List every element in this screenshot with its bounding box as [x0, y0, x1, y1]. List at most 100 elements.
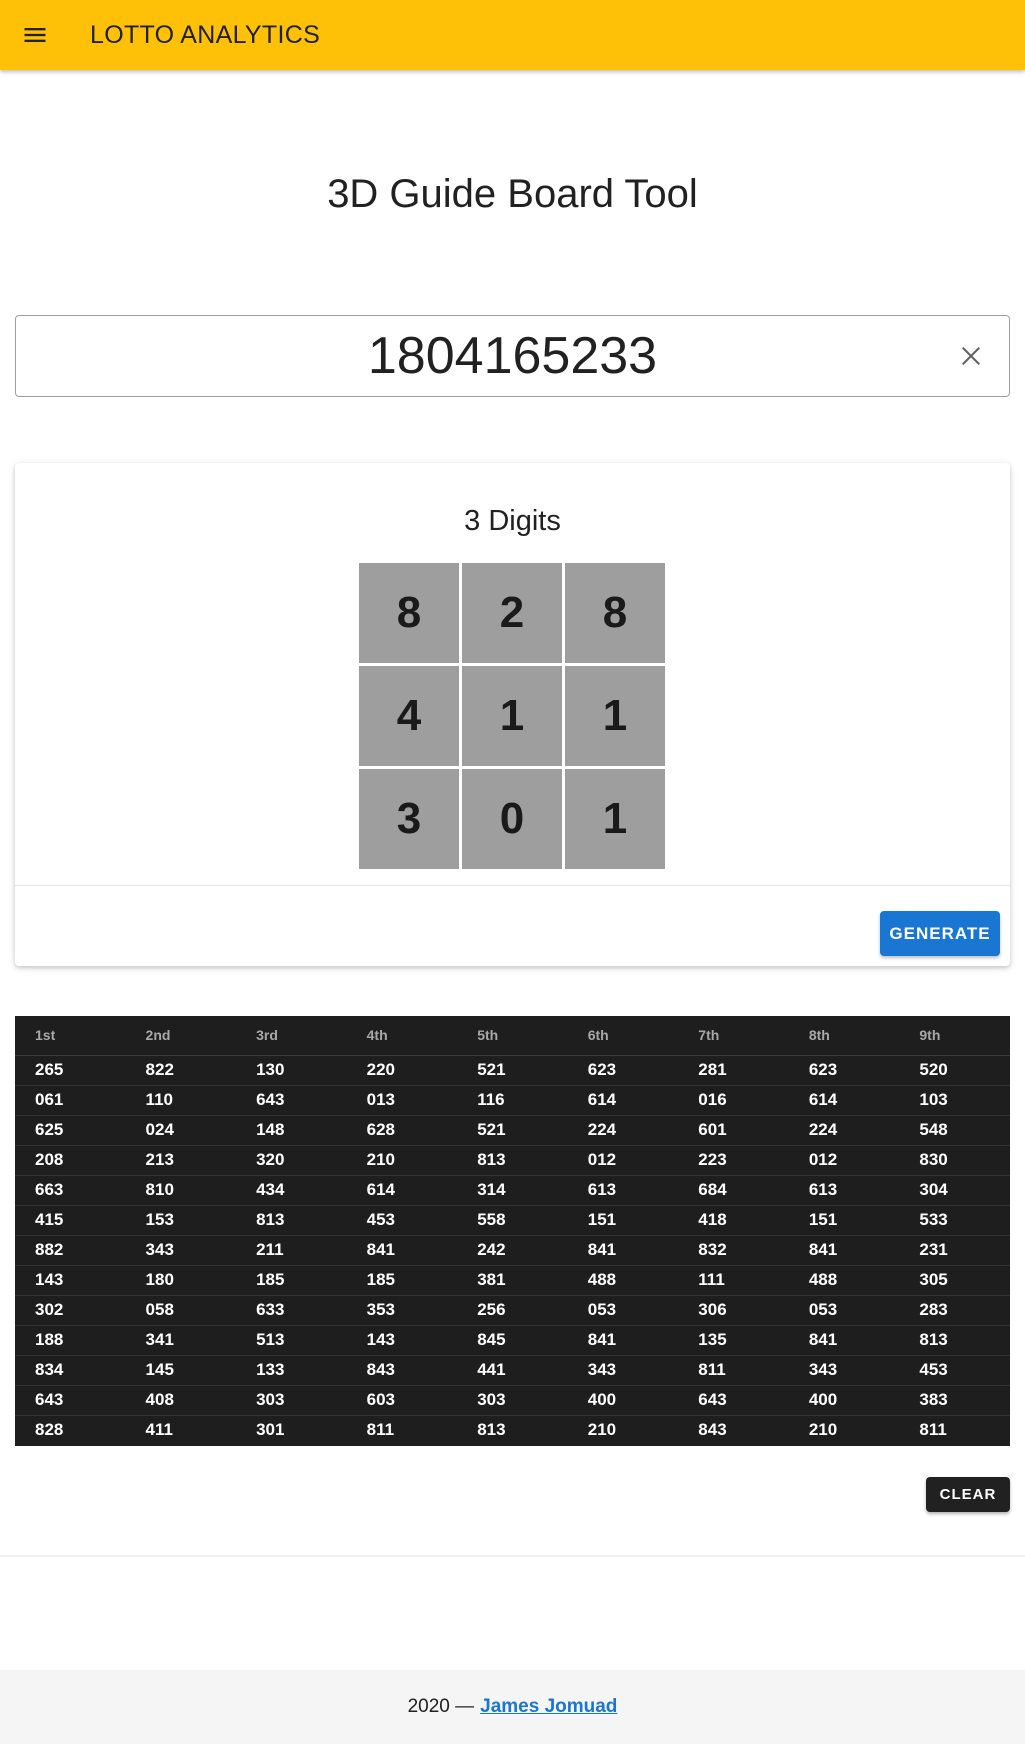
table-cell: 381: [457, 1265, 568, 1296]
table-cell: 614: [567, 1085, 679, 1116]
table-cell: 242: [457, 1235, 568, 1266]
table-row: 643 408 303 603 303 400 643 400 383: [15, 1385, 1010, 1416]
table-row: 415 153 813 453 558 151 418 151 533: [15, 1205, 1010, 1236]
table-cell: 343: [567, 1355, 679, 1386]
table-cell: 684: [678, 1175, 789, 1206]
table-cell: 613: [788, 1175, 900, 1206]
table-cell: 224: [788, 1115, 900, 1146]
table-cell: 302: [15, 1295, 126, 1326]
table-cell: 185: [346, 1265, 458, 1296]
table-cell: 434: [236, 1175, 347, 1206]
table-cell: 303: [236, 1385, 347, 1416]
table-cell: 625: [15, 1115, 126, 1146]
guide-board-card: 3 Digits 8 2 8 4 1 1 3 0 1 GENERATE: [15, 463, 1010, 966]
table-cell: 663: [15, 1175, 126, 1206]
table-cell: 353: [346, 1295, 458, 1326]
table-cell: 012: [567, 1145, 679, 1176]
column-header: 9th: [899, 1016, 1010, 1056]
footer-text: 2020 —: [407, 1696, 475, 1717]
grid-cell: 4: [359, 666, 459, 766]
table-cell: 208: [15, 1145, 126, 1176]
generate-button[interactable]: GENERATE: [880, 911, 1000, 956]
author-link[interactable]: James Jomuad: [480, 1696, 617, 1718]
table-cell: 488: [567, 1265, 679, 1296]
table-cell: 135: [678, 1325, 789, 1356]
table-cell: 841: [346, 1235, 458, 1266]
table-cell: 843: [346, 1355, 458, 1386]
table-cell: 024: [125, 1115, 237, 1146]
table-cell: 153: [125, 1205, 237, 1236]
table-cell: 453: [346, 1205, 458, 1236]
table-cell: 813: [477, 1420, 506, 1440]
grid-cell: 2: [462, 563, 562, 663]
table-cell: 151: [788, 1205, 900, 1236]
page-title: 3D Guide Board Tool: [327, 172, 698, 216]
table-cell: 304: [899, 1175, 1010, 1206]
table-cell: 143: [346, 1325, 458, 1356]
table-row: 208 213 320 210 813 012 223 012 830: [15, 1145, 1010, 1176]
table-cell: 614: [346, 1175, 458, 1206]
app-title[interactable]: LOTTO ANALYTICS: [90, 21, 320, 50]
table-cell: 256: [457, 1295, 568, 1326]
table-cell: 488: [788, 1265, 900, 1296]
card-title: 3 Digits: [464, 505, 561, 537]
table-row: 834 145 133 843 441 343 811 343 453: [15, 1355, 1010, 1386]
digit-grid: 8 2 8 4 1 1 3 0 1: [359, 563, 665, 869]
number-field: [15, 315, 1010, 397]
table-cell: 188: [15, 1325, 126, 1356]
column-header: 3rd: [236, 1016, 347, 1056]
table-cell: 343: [788, 1355, 900, 1386]
table-cell: 213: [125, 1145, 237, 1176]
table-cell: 061: [15, 1085, 126, 1116]
table-cell: 281: [678, 1055, 789, 1086]
column-header: 1st: [15, 1016, 126, 1056]
table-cell: 148: [236, 1115, 347, 1146]
table-cell: 841: [788, 1325, 900, 1356]
table-cell: 520: [899, 1055, 1010, 1086]
table-cell: 016: [678, 1085, 789, 1116]
table-cell: 116: [457, 1085, 568, 1116]
clear-input-button[interactable]: [949, 334, 993, 378]
table-row: 663 810 434 614 314 613 684 613 304: [15, 1175, 1010, 1206]
number-input[interactable]: [112, 326, 913, 386]
table-cell: 223: [678, 1145, 789, 1176]
table-cell: 843: [698, 1420, 727, 1440]
table-cell: 834: [15, 1355, 126, 1386]
table-cell: 830: [899, 1145, 1010, 1176]
table-cell: 301: [256, 1420, 285, 1440]
table-row: 828 411 301 811 813 210 843 210 811: [15, 1415, 1010, 1445]
table-cell: 130: [236, 1055, 347, 1086]
table-cell: 133: [236, 1355, 347, 1386]
table-cell: 143: [15, 1265, 126, 1296]
table-cell: 110: [125, 1085, 237, 1116]
table-cell: 813: [457, 1145, 568, 1176]
table-row: 061 110 643 013 116 614 016 614 103: [15, 1085, 1010, 1116]
table-cell: 210: [346, 1145, 458, 1176]
table-row: 882 343 211 841 242 841 832 841 231: [15, 1235, 1010, 1266]
grid-cell: 1: [565, 666, 665, 766]
table-cell: 813: [236, 1205, 347, 1236]
table-cell: 383: [899, 1385, 1010, 1416]
table-cell: 180: [125, 1265, 237, 1296]
table-cell: 012: [788, 1145, 900, 1176]
table-cell: 231: [899, 1235, 1010, 1266]
table-cell: 811: [919, 1420, 947, 1440]
table-row: 302 058 633 353 256 053 306 053 283: [15, 1295, 1010, 1326]
table-cell: 303: [457, 1385, 568, 1416]
table-row: 265 822 130 220 521 623 281 623 520: [15, 1055, 1010, 1086]
menu-button[interactable]: [0, 0, 70, 70]
table-cell: 210: [587, 1420, 617, 1440]
table-cell: 341: [125, 1325, 237, 1356]
grid-cell: 8: [565, 563, 665, 663]
table-cell: 614: [788, 1085, 900, 1116]
card-divider: [15, 885, 1010, 886]
table-cell: 441: [457, 1355, 568, 1386]
table-cell: 306: [678, 1295, 789, 1326]
table-cell: 841: [567, 1235, 679, 1266]
table-cell: 841: [567, 1325, 679, 1356]
brand-bold: ANALYTICS: [180, 20, 321, 49]
clear-button[interactable]: CLEAR: [926, 1477, 1010, 1512]
table-cell: 841: [788, 1235, 900, 1266]
table-cell: 822: [125, 1055, 237, 1086]
results-table: 1st 2nd 3rd 4th 5th 6th 7th 8th 9th 265 822 130 220…: [15, 1016, 1010, 1446]
